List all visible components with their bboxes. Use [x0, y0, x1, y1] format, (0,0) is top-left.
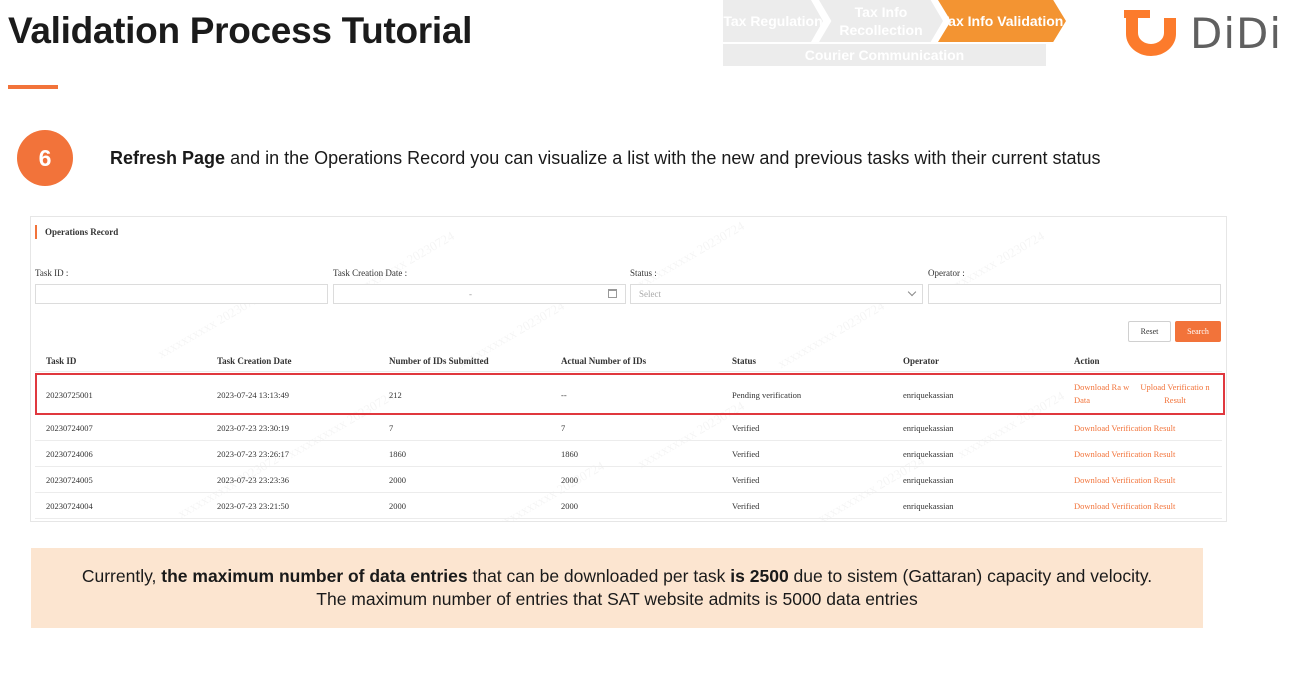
task-id-input[interactable] — [35, 284, 328, 304]
column-header-task-creation-date: Task Creation Date — [217, 356, 292, 366]
breadcrumb-step-tax-regulation: Tax Regulation — [723, 0, 823, 42]
download-verification-result-link[interactable]: Download Verification Result — [1074, 449, 1175, 459]
status-label: Status : — [630, 268, 657, 278]
logo-text: DiDi — [1190, 8, 1283, 58]
note-text: that can be downloaded per task — [467, 566, 731, 586]
cell-operator: enriquekassian — [903, 423, 954, 433]
column-header-actual-ids: Actual Number of IDs — [561, 356, 647, 366]
column-header-operator: Operator — [903, 356, 939, 366]
note-line-1: Currently, the maximum number of data en… — [82, 565, 1152, 588]
note-text: due to sistem (Gattaran) capacity and ve… — [788, 566, 1153, 586]
cell-submitted: 2000 — [389, 501, 406, 511]
download-verification-result-link[interactable]: Download Verification Result — [1074, 475, 1175, 485]
operator-label: Operator : — [928, 268, 965, 278]
cell-actual: 7 — [561, 423, 566, 433]
note-bold-text: the maximum number of data entries — [161, 566, 468, 586]
step-instruction: Refresh Page and in the Operations Recor… — [110, 148, 1101, 169]
breadcrumb-step-tax-info-recollection: Tax Info Recollection — [819, 0, 943, 42]
column-header-ids-submitted: Number of IDs Submitted — [389, 356, 489, 366]
step-instruction-bold: Refresh Page — [110, 148, 226, 168]
column-header-action: Action — [1074, 356, 1100, 366]
process-breadcrumb: Tax Regulation Tax Info Recollection Tax… — [723, 0, 1068, 66]
note-line-2: The maximum number of entries that SAT w… — [316, 589, 918, 609]
table-row: 20230724004 2023-07-23 23:21:50 2000 200… — [35, 493, 1222, 519]
chevron-down-icon — [907, 287, 917, 297]
cell-date: 2023-07-23 23:23:36 — [217, 475, 290, 485]
cell-date: 2023-07-23 23:30:19 — [217, 423, 290, 433]
status-select-placeholder: Select — [639, 289, 661, 299]
status-select[interactable]: Select — [630, 284, 923, 304]
date-range-separator: - — [469, 289, 472, 299]
table-row: 20230724007 2023-07-23 23:30:19 7 7 Veri… — [35, 415, 1222, 441]
task-creation-date-label: Task Creation Date : — [333, 268, 408, 278]
watermark: xxxxxxxxxx 20230724 — [635, 218, 747, 292]
cell-task-id: 20230724004 — [46, 501, 93, 511]
column-header-status: Status — [732, 356, 757, 366]
task-id-label: Task ID : — [35, 268, 69, 278]
breadcrumb-courier-communication: Courier Communication — [723, 44, 1046, 66]
cell-actual: 2000 — [561, 501, 578, 511]
cell-actual: 1860 — [561, 449, 578, 459]
step-number-badge: 6 — [17, 130, 73, 186]
cell-status: Verified — [732, 501, 760, 511]
cell-task-id: 20230724006 — [46, 449, 93, 459]
table-row: 20230724006 2023-07-23 23:26:17 1860 186… — [35, 441, 1222, 467]
download-verification-result-link[interactable]: Download Verification Result — [1074, 501, 1175, 511]
cell-status: Verified — [732, 475, 760, 485]
didi-logo-icon — [1124, 10, 1176, 56]
cell-date: 2023-07-23 23:26:17 — [217, 449, 290, 459]
watermark: xxxxxxxxxx 20230724 — [775, 298, 887, 372]
note-text: Currently, — [81, 566, 162, 586]
cell-task-id: 20230724007 — [46, 423, 93, 433]
reset-button[interactable]: Reset — [1128, 321, 1171, 342]
cell-operator: enriquekassian — [903, 501, 954, 511]
cell-actual: 2000 — [561, 475, 578, 485]
cell-submitted: 7 — [389, 423, 394, 433]
task-creation-date-picker[interactable]: - — [333, 284, 626, 304]
calendar-icon[interactable] — [608, 289, 617, 298]
cell-task-id: 20230724005 — [46, 475, 93, 485]
breadcrumb-step-tax-info-validation: Tax Info Validation — [938, 0, 1066, 42]
table-row: 20230724005 2023-07-23 23:23:36 2000 200… — [35, 467, 1222, 493]
panel-title: Operations Record — [35, 225, 118, 239]
cell-status: Verified — [732, 449, 760, 459]
search-button[interactable]: Search — [1175, 321, 1221, 342]
new-task-highlight — [35, 373, 1225, 415]
step-instruction-rest: and in the Operations Record you can vis… — [225, 148, 1101, 168]
cell-submitted: 2000 — [389, 475, 406, 485]
download-verification-result-link[interactable]: Download Verification Result — [1074, 423, 1175, 433]
cell-submitted: 1860 — [389, 449, 406, 459]
note-bold-text: is 2500 — [730, 566, 789, 586]
operations-record-panel: xxxxxxxxxx 20230724 xxxxxxxxxx 20230724 … — [30, 216, 1227, 522]
cell-operator: enriquekassian — [903, 475, 954, 485]
cell-status: Verified — [732, 423, 760, 433]
capacity-note: Currently, the maximum number of data en… — [31, 548, 1203, 628]
title-underline — [8, 85, 58, 89]
cell-date: 2023-07-23 23:21:50 — [217, 501, 290, 511]
didi-logo: DiDi — [1122, 8, 1282, 58]
column-header-task-id: Task ID — [46, 356, 77, 366]
operator-input[interactable] — [928, 284, 1221, 304]
cell-operator: enriquekassian — [903, 449, 954, 459]
page-title: Validation Process Tutorial — [8, 10, 473, 51]
